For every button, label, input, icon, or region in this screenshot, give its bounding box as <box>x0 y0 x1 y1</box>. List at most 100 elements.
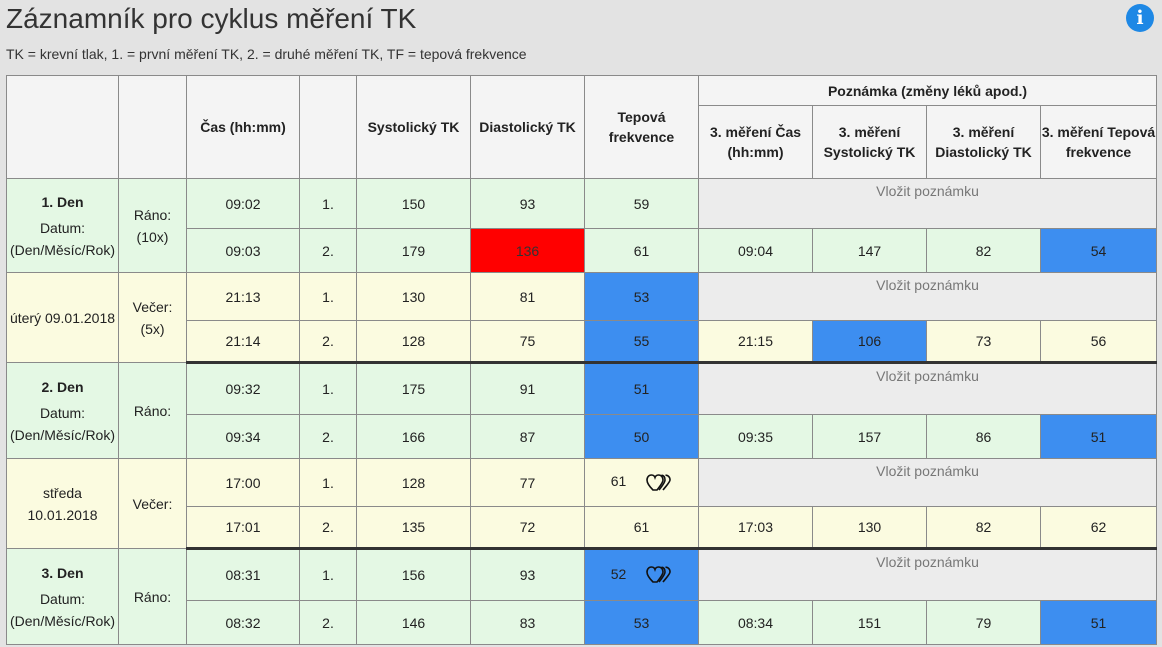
heartbeat-icon[interactable] <box>646 566 672 584</box>
part-of-day-cell: Večer: <box>118 458 187 549</box>
part-of-day-cell: Ráno: <box>118 548 187 645</box>
time-cell[interactable]: 17:01 <box>186 506 300 550</box>
header-systolic: Systolický TK <box>356 75 471 179</box>
third-diastolic-cell[interactable]: 82 <box>926 506 1041 550</box>
systolic-cell[interactable]: 150 <box>356 178 471 229</box>
systolic-cell[interactable]: 179 <box>356 228 471 273</box>
systolic-cell[interactable]: 135 <box>356 506 471 550</box>
note-input[interactable]: Vložit poznámku <box>697 272 1158 321</box>
pulse-cell[interactable]: 53 <box>584 600 699 645</box>
time-cell[interactable]: 09:32 <box>186 362 300 415</box>
third-systolic-cell[interactable]: 151 <box>812 600 927 645</box>
diastolic-cell[interactable]: 91 <box>470 362 585 415</box>
time-cell[interactable]: 08:31 <box>186 548 300 601</box>
pulse-value: 52 <box>610 565 627 582</box>
measurement-table: Čas (hh:mm) Systolický TK Diastolický TK… <box>6 75 1158 645</box>
header-time: Čas (hh:mm) <box>186 75 300 179</box>
table-row: 3. Den Datum: (Den/Měsíc/Rok) Ráno: 08:31… <box>6 548 1158 645</box>
note-input[interactable]: Vložit poznámku <box>697 548 1158 601</box>
third-systolic-cell[interactable]: 147 <box>812 228 927 273</box>
systolic-cell[interactable]: 166 <box>356 414 471 459</box>
systolic-cell[interactable]: 146 <box>356 600 471 645</box>
diastolic-cell[interactable]: 93 <box>470 548 585 601</box>
systolic-cell[interactable]: 130 <box>356 272 471 321</box>
number-cell: 2. <box>299 414 357 459</box>
header-day <box>6 75 119 179</box>
number-cell: 1. <box>299 458 357 507</box>
number-cell: 2. <box>299 228 357 273</box>
third-time-cell[interactable]: 17:03 <box>698 506 813 550</box>
pulse-cell[interactable]: 59 <box>584 178 699 229</box>
third-systolic-cell[interactable]: 157 <box>812 414 927 459</box>
date-cell: středa 10.01.2018 <box>6 458 119 549</box>
diastolic-cell[interactable]: 83 <box>470 600 585 645</box>
header-third-systolic: 3. měření Systolický TK <box>812 105 927 179</box>
diastolic-cell[interactable]: 77 <box>470 458 585 507</box>
systolic-cell[interactable]: 156 <box>356 548 471 601</box>
third-diastolic-cell[interactable]: 86 <box>926 414 1041 459</box>
systolic-cell[interactable]: 128 <box>356 320 471 364</box>
pulse-cell[interactable]: 61 <box>584 228 699 273</box>
number-cell: 2. <box>299 506 357 550</box>
third-pulse-cell[interactable]: 56 <box>1039 320 1158 364</box>
time-cell[interactable]: 08:32 <box>186 600 300 645</box>
info-icon[interactable]: i <box>1126 4 1154 32</box>
header-third-time: 3. měření Čas (hh:mm) <box>698 105 813 179</box>
header-pulse: Tepová frekvence <box>584 75 699 179</box>
header-diastolic: Diastolický TK <box>470 75 585 179</box>
pulse-cell[interactable]: 61 <box>584 506 699 550</box>
pulse-value: 61 <box>610 473 627 490</box>
legend-text: TK = krevní tlak, 1. = první měření TK, … <box>6 46 527 62</box>
diastolic-cell[interactable]: 93 <box>470 178 585 229</box>
header-part <box>118 75 187 179</box>
time-cell[interactable]: 17:00 <box>186 458 300 507</box>
number-cell: 2. <box>299 600 357 645</box>
time-cell[interactable]: 21:14 <box>186 320 300 364</box>
third-diastolic-cell[interactable]: 79 <box>926 600 1041 645</box>
heartbeat-icon[interactable] <box>646 473 672 492</box>
page-title: Záznamník pro cyklus měření TK <box>6 3 417 34</box>
time-cell[interactable]: 09:03 <box>186 228 300 273</box>
third-pulse-cell[interactable]: 62 <box>1039 506 1158 550</box>
header-third-diastolic: 3. měření Diastolický TK <box>926 105 1041 179</box>
note-input[interactable]: Vložit poznámku <box>697 362 1158 415</box>
diastolic-cell[interactable]: 72 <box>470 506 585 550</box>
third-diastolic-cell[interactable]: 82 <box>926 228 1041 273</box>
third-systolic-cell[interactable]: 130 <box>812 506 927 550</box>
day-cell: 1. Den Datum: (Den/Měsíc/Rok) <box>6 178 119 273</box>
date-cell: úterý 09.01.2018 <box>6 272 119 363</box>
third-systolic-cell[interactable]: 106 <box>812 320 927 364</box>
pulse-cell[interactable]: 51 <box>584 362 699 415</box>
time-cell[interactable]: 21:13 <box>186 272 300 321</box>
number-cell: 1. <box>299 178 357 229</box>
time-cell[interactable]: 09:02 <box>186 178 300 229</box>
pulse-cell[interactable]: 52 <box>584 548 699 601</box>
diastolic-cell[interactable]: 87 <box>470 414 585 459</box>
third-time-cell[interactable]: 09:35 <box>698 414 813 459</box>
table-row: 2. Den Datum: (Den/Měsíc/Rok) Ráno: 09:32… <box>6 362 1158 459</box>
table-row: úterý 09.01.2018 Večer: (5x) 21:13 1. 13… <box>6 272 1158 363</box>
third-time-cell[interactable]: 08:34 <box>698 600 813 645</box>
systolic-cell[interactable]: 175 <box>356 362 471 415</box>
day-cell: 2. Den Datum: (Den/Měsíc/Rok) <box>6 362 119 459</box>
number-cell: 1. <box>299 548 357 601</box>
third-time-cell[interactable]: 21:15 <box>698 320 813 364</box>
note-input[interactable]: Vložit poznámku <box>697 458 1158 507</box>
third-pulse-cell[interactable]: 51 <box>1039 414 1158 459</box>
header-third-pulse: 3. měření Tepová frekvence <box>1039 105 1158 179</box>
systolic-cell[interactable]: 128 <box>356 458 471 507</box>
diastolic-cell[interactable]: 81 <box>470 272 585 321</box>
diastolic-cell[interactable]: 75 <box>470 320 585 364</box>
time-cell[interactable]: 09:34 <box>186 414 300 459</box>
pulse-cell[interactable]: 50 <box>584 414 699 459</box>
pulse-cell[interactable]: 61 <box>584 458 699 507</box>
header-note-group: Poznámka (změny léků apod.) <box>697 75 1158 106</box>
pulse-cell[interactable]: 53 <box>584 272 699 321</box>
third-diastolic-cell[interactable]: 73 <box>926 320 1041 364</box>
note-input[interactable]: Vložit poznámku <box>697 178 1158 229</box>
third-pulse-cell[interactable]: 51 <box>1039 600 1158 645</box>
pulse-cell[interactable]: 55 <box>584 320 699 364</box>
third-time-cell[interactable]: 09:04 <box>698 228 813 273</box>
third-pulse-cell[interactable]: 54 <box>1039 228 1158 273</box>
diastolic-cell[interactable]: 136 <box>470 228 585 273</box>
